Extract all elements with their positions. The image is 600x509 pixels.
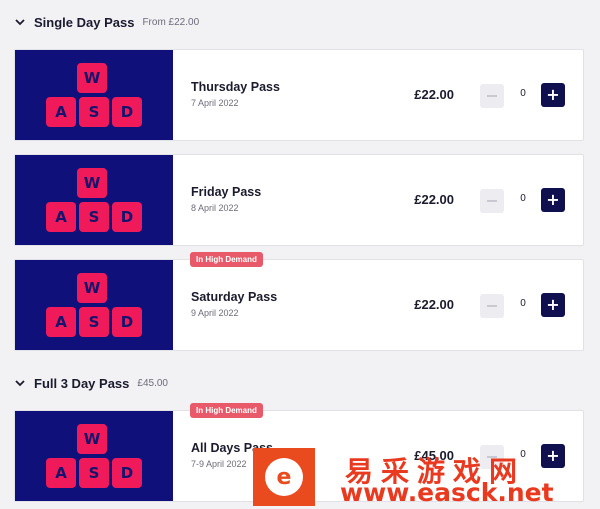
key-s: S xyxy=(79,97,109,127)
decrease-quantity-button[interactable] xyxy=(480,84,504,108)
watermark-logo: e xyxy=(253,448,315,506)
decrease-quantity-button[interactable] xyxy=(480,294,504,318)
key-a: A xyxy=(46,458,76,488)
wasd-thumbnail: W A S D xyxy=(15,155,173,245)
chevron-down-icon[interactable] xyxy=(14,377,26,389)
increase-quantity-button[interactable]: + xyxy=(541,188,565,212)
pass-name: Thursday Pass xyxy=(191,80,280,94)
wasd-thumbnail: W A S D xyxy=(15,260,173,350)
section-price: From £22.00 xyxy=(142,17,200,28)
key-a: A xyxy=(46,97,76,127)
pass-name: Saturday Pass xyxy=(191,290,278,304)
key-a: A xyxy=(46,307,76,337)
section-header-full-3-day[interactable]: Full 3 Day Pass £45.00 xyxy=(14,373,168,393)
pass-price: £22.00 xyxy=(414,297,454,312)
increase-quantity-button[interactable]: + xyxy=(541,293,565,317)
wasd-thumbnail: W A S D xyxy=(15,411,173,501)
increase-quantity-button[interactable]: + xyxy=(541,444,565,468)
key-s: S xyxy=(79,307,109,337)
decrease-quantity-button[interactable] xyxy=(480,189,504,213)
section-price: £45.00 xyxy=(137,378,168,389)
key-a: A xyxy=(46,202,76,232)
chevron-down-icon[interactable] xyxy=(14,16,26,28)
pass-price: £22.00 xyxy=(414,192,454,207)
pass-date: 7 April 2022 xyxy=(191,98,239,108)
section-header-single-day[interactable]: Single Day Pass From £22.00 xyxy=(14,12,199,32)
pass-card-saturday: W A S D Saturday Pass 9 April 2022 £22.0… xyxy=(14,259,584,351)
pass-card-thursday: W A S D Thursday Pass 7 April 2022 £22.0… xyxy=(14,49,584,141)
minus-icon xyxy=(487,95,497,97)
key-d: D xyxy=(112,458,142,488)
watermark-url: www.easck.net xyxy=(340,478,554,507)
section-title: Full 3 Day Pass xyxy=(34,375,130,391)
increase-quantity-button[interactable]: + xyxy=(541,83,565,107)
key-w: W xyxy=(77,273,107,303)
minus-icon xyxy=(487,305,497,307)
key-d: D xyxy=(112,97,142,127)
pass-date: 9 April 2022 xyxy=(191,308,239,318)
section-title: Single Day Pass xyxy=(34,14,135,30)
key-s: S xyxy=(79,202,109,232)
key-d: D xyxy=(112,307,142,337)
key-s: S xyxy=(79,458,109,488)
pass-date: 7-9 April 2022 xyxy=(191,459,247,469)
high-demand-badge: In High Demand xyxy=(190,403,263,418)
key-w: W xyxy=(77,168,107,198)
pass-name: Friday Pass xyxy=(191,185,262,199)
pass-date: 8 April 2022 xyxy=(191,203,239,213)
minus-icon xyxy=(487,200,497,202)
pass-card-friday: W A S D Friday Pass 8 April 2022 £22.00 … xyxy=(14,154,584,246)
watermark-logo-glyph: e xyxy=(265,458,303,496)
wasd-thumbnail: W A S D xyxy=(15,50,173,140)
key-w: W xyxy=(77,424,107,454)
pass-price: £22.00 xyxy=(414,87,454,102)
quantity-value: 0 xyxy=(520,88,526,99)
high-demand-badge: In High Demand xyxy=(190,252,263,267)
quantity-value: 0 xyxy=(520,193,526,204)
key-w: W xyxy=(77,63,107,93)
key-d: D xyxy=(112,202,142,232)
quantity-value: 0 xyxy=(520,298,526,309)
